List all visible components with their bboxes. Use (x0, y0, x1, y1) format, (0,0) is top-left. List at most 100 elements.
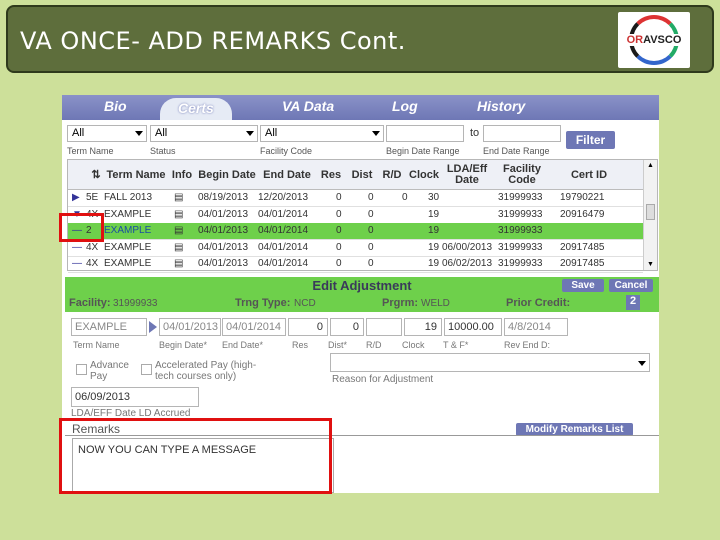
cell-lda: 06/00/2013 (442, 241, 493, 253)
highlight-row-box (59, 213, 104, 242)
cell-clock: 19 (428, 208, 440, 220)
cell-dist: 0 (368, 192, 374, 203)
filter-button[interactable]: Filter (566, 131, 615, 149)
col-res[interactable]: Res (316, 160, 346, 190)
info-icon[interactable]: ▤ (174, 225, 183, 236)
term-arrow-icon[interactable] (149, 321, 157, 333)
rd-field-label: R/D (366, 340, 382, 350)
col-rd[interactable]: R/D (378, 160, 406, 190)
cell-mark[interactable]: — (72, 258, 82, 269)
cell-mark[interactable]: — (72, 242, 82, 253)
cell-lda: 06/02/2013 (442, 258, 493, 269)
cell-begin: 08/19/2013 (198, 192, 249, 203)
info-icon[interactable]: ▤ (174, 192, 183, 203)
col-term-name[interactable]: Term Name (104, 160, 168, 190)
tab-certs[interactable]: Certs (160, 98, 232, 120)
rev-end-date-field[interactable]: 4/8/2014 (504, 318, 568, 336)
rd-field[interactable] (366, 318, 402, 336)
table-row[interactable]: — 4X EXAMPLE ▤ 04/01/2013 04/01/2014 0 0 19 06/02… (68, 256, 643, 273)
cell-facility: 31999933 (498, 192, 543, 203)
tf-field[interactable]: 10000.00 (444, 318, 502, 336)
tab-va-data[interactable]: VA Data (282, 98, 334, 114)
cell-term: EXAMPLE (104, 258, 152, 269)
col-info[interactable]: Info (168, 160, 196, 190)
col-lda-eff-date[interactable]: LDA/Eff Date (442, 160, 492, 190)
cell-dist: 0 (368, 225, 374, 236)
facility-select[interactable]: All (260, 125, 384, 142)
prior-credit-value: 2 (626, 295, 640, 310)
col-facility-code[interactable]: Facility Code (498, 160, 546, 190)
accelerated-pay-label: Accelerated Pay (high-tech courses only) (155, 360, 257, 382)
scroll-thumb[interactable] (646, 204, 655, 220)
begin-date-input[interactable] (386, 125, 464, 142)
cell-begin: 04/01/2013 (198, 208, 249, 220)
cell-term: EXAMPLE (104, 208, 152, 220)
accelerated-pay-checkbox[interactable] (141, 364, 152, 375)
slide-title: VA ONCE- ADD REMARKS Cont. (20, 27, 406, 55)
tf-field-label: T & F* (443, 340, 469, 350)
info-icon[interactable]: ▤ (174, 209, 183, 220)
col-begin-date[interactable]: Begin Date (196, 160, 258, 190)
reason-select[interactable] (330, 353, 650, 372)
grid-scrollbar[interactable]: ▲ ▼ (643, 160, 657, 270)
end-date-input[interactable] (483, 125, 561, 142)
sort-icon[interactable]: ⇅ (86, 160, 106, 190)
term-name-label: Term Name (67, 146, 114, 156)
scroll-up-icon[interactable]: ▲ (647, 162, 654, 169)
col-end-date[interactable]: End Date (258, 160, 316, 190)
cell-res: 0 (336, 192, 342, 203)
info-icon[interactable]: ▤ (174, 258, 183, 269)
save-button[interactable]: Save (562, 279, 604, 292)
cell-end: 04/01/2014 (258, 225, 309, 236)
clock-field-label: Clock (402, 340, 425, 350)
dist-field[interactable]: 0 (330, 318, 364, 336)
reason-label: Reason for Adjustment (332, 374, 434, 385)
cell-dist: 0 (368, 241, 374, 253)
scroll-down-icon[interactable]: ▼ (647, 261, 654, 268)
begin-date-range-label: Begin Date Range (386, 146, 460, 156)
table-row[interactable]: — 4X EXAMPLE ▤ 04/01/2013 04/01/2014 0 0 19 06/00… (68, 240, 643, 257)
cell-clock: 30 (428, 192, 440, 203)
cell-begin: 04/01/2013 (198, 258, 249, 269)
end-date-field[interactable]: 04/01/2014 (222, 318, 286, 336)
tab-log[interactable]: Log (392, 98, 418, 114)
facility-label: Facility: (69, 297, 111, 309)
cell-begin: 04/01/2013 (198, 241, 249, 253)
info-icon[interactable]: ▤ (174, 242, 183, 253)
res-field[interactable]: 0 (288, 318, 328, 336)
cell-cert: 20917485 (560, 241, 605, 253)
cell-facility: 31999933 (498, 241, 543, 253)
status-label: Status (150, 146, 176, 156)
cell-cert: 20916479 (560, 208, 605, 220)
table-row[interactable]: ▼ 4X EXAMPLE ▤ 04/01/2013 04/01/2014 0 0 19 31999… (68, 207, 643, 224)
cell-term: FALL 2013 (104, 192, 153, 203)
cell-facility: 31999933 (498, 258, 543, 269)
cell-mark[interactable]: ▶ (72, 192, 80, 203)
end-date-field-label: End Date* (222, 340, 264, 350)
term-select[interactable]: All (67, 125, 147, 142)
advance-pay-checkbox[interactable] (76, 364, 87, 375)
trng-type-value: NCD (294, 298, 316, 309)
cell-dist: 0 (368, 208, 374, 220)
table-row[interactable]: —2 EXAMPLE ▤ 04/01/2013 04/01/2014 0 0 19 319999… (68, 223, 643, 240)
col-dist[interactable]: Dist (346, 160, 378, 190)
cell-begin: 04/01/2013 (198, 225, 249, 236)
facility-code-label: Facility Code (260, 146, 313, 156)
col-cert-id[interactable]: Cert ID (560, 160, 618, 190)
clock-field[interactable]: 19 (404, 318, 442, 336)
tab-bio[interactable]: Bio (104, 98, 127, 114)
lda-date-field[interactable]: 06/09/2013 (71, 387, 199, 407)
begin-date-field[interactable]: 04/01/2013 (159, 318, 221, 336)
cell-res: 0 (336, 241, 342, 253)
prgrm-label: Prgrm: (382, 297, 419, 309)
term-name-field[interactable]: EXAMPLE (71, 318, 147, 336)
table-row[interactable]: ▶ 5E FALL 2013 ▤ 08/19/2013 12/20/2013 0 0 0 30 31… (68, 190, 643, 207)
status-select[interactable]: All (150, 125, 258, 142)
advance-pay-label: Advance Pay (90, 360, 129, 382)
cell-end: 04/01/2014 (258, 208, 309, 220)
tab-history[interactable]: History (477, 98, 525, 114)
res-field-label: Res (292, 340, 309, 350)
cancel-button[interactable]: Cancel (609, 279, 653, 292)
cell-term: EXAMPLE (104, 225, 152, 236)
col-clock[interactable]: Clock (406, 160, 442, 190)
